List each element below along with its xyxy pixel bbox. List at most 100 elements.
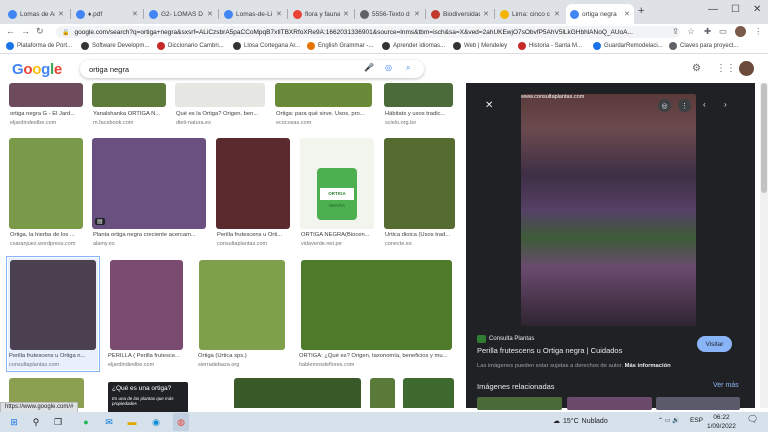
source-site[interactable]: Consulta Plantas (477, 335, 534, 343)
related-image-thumb[interactable] (656, 397, 740, 410)
close-icon[interactable]: ✕ (483, 10, 489, 18)
result-caption: Planta ortiga negra creciente acercam... (93, 232, 196, 238)
close-window-button[interactable]: ✕ (753, 4, 761, 15)
page-scrollbar[interactable] (760, 83, 768, 408)
lens-icon[interactable]: ◎ (385, 63, 392, 72)
address-bar[interactable]: 🔒 google.com/search?q=ortiga+negra&sxsrf… (56, 26, 680, 38)
image-result[interactable]: ORTIGA: ¿Qué es? Origen, taxonomía, bene… (298, 258, 454, 370)
search-icon[interactable]: ⚲ (28, 413, 44, 431)
visit-button[interactable]: Visitar (697, 336, 732, 352)
settings-gear-icon[interactable]: ⚙ (692, 63, 701, 74)
google-logo[interactable]: Google (12, 61, 62, 78)
image-result[interactable]: PERILLA ( Perilla frutesce... eljardindee… (107, 258, 187, 370)
microphone-icon[interactable]: 🎤 (364, 63, 374, 72)
bookmark-item[interactable]: Historia - Santa M... (518, 42, 582, 50)
system-tray-icons[interactable]: ⌃ ▭ 🔊 (658, 417, 680, 424)
previous-image-icon[interactable]: ‹ (703, 100, 706, 109)
close-icon[interactable]: ✕ (58, 10, 64, 18)
see-more-link[interactable]: Ver más (713, 382, 739, 389)
close-icon[interactable]: ✕ (343, 10, 349, 18)
notifications-icon[interactable]: 🗨 (747, 414, 758, 425)
menu-icon[interactable]: ⋮ (754, 26, 763, 37)
minimize-button[interactable]: — (708, 4, 718, 15)
close-icon[interactable]: ✕ (624, 10, 630, 18)
lock-icon: 🔒 (62, 29, 70, 36)
tab[interactable]: Lomas de Ar ✕ (4, 4, 68, 24)
bookmark-item[interactable]: Claves para proyect... (669, 42, 738, 50)
image-result[interactable]: Yanalshanka ORTIGA N... m.facebook.com (92, 83, 167, 128)
image-result[interactable]: ORTIGA NEGRA ORTIGA NEGRA(Biocen... vidav… (300, 138, 375, 250)
tab[interactable]: Lima: cinco c ✕ (496, 4, 564, 24)
scrollbar-thumb[interactable] (761, 83, 767, 193)
more-options-icon[interactable]: ⋮ (678, 99, 691, 112)
new-tab-button[interactable]: + (638, 5, 644, 17)
image-result[interactable]: Hábitats y usos tradic... scielo.org.bo (384, 83, 454, 128)
image-result[interactable]: Qué es la Ortiga? Origen, ben... dieti-na… (175, 83, 267, 128)
related-image-thumb[interactable] (567, 397, 652, 410)
tab[interactable]: 5556-Texto d ✕ (356, 4, 424, 24)
close-icon[interactable]: ✕ (132, 10, 138, 18)
close-icon[interactable]: ✕ (207, 10, 213, 18)
tab[interactable]: flora y fauna ✕ (289, 4, 353, 24)
bookmark-item[interactable]: Aprender idiomas... (382, 42, 445, 50)
image-results: ortiga negra G - El Jard... eljardindeelb… (0, 83, 465, 408)
image-result[interactable]: ▤ Planta ortiga negra creciente acercam..… (92, 138, 207, 250)
forward-icon[interactable]: → (21, 26, 30, 36)
tab[interactable]: ♦.pdf ✕ (72, 4, 142, 24)
chrome-icon[interactable]: ◍ (173, 413, 189, 431)
image-result[interactable]: Urtica dioica (Usos trad... conecte.es (384, 138, 456, 250)
image-result[interactable] (234, 378, 362, 408)
related-image-thumb[interactable] (477, 397, 562, 410)
image-result[interactable]: Perilla frutescens u Orti... consultaplan… (216, 138, 291, 250)
share-icon[interactable]: ⇪ (672, 26, 679, 37)
image-result[interactable] (403, 378, 455, 408)
tab-active[interactable]: ortiga negra ✕ (566, 4, 634, 24)
windows-start-icon[interactable]: ⊞ (6, 413, 22, 431)
image-result[interactable]: Ortiga (Urtica sps.) sierradebaza.org (197, 258, 287, 370)
bookmark-item[interactable]: Web | Mendeley (453, 42, 507, 50)
preview-image[interactable] (521, 94, 696, 326)
search-icon[interactable]: ⌕ (406, 63, 410, 73)
profile-avatar[interactable] (735, 26, 746, 37)
maximize-button[interactable]: ☐ (731, 4, 740, 15)
tab-label: Lomas de Ar (20, 10, 55, 18)
spotify-icon[interactable]: ● (78, 413, 94, 431)
bookmark-item[interactable]: GuardarRemodelaci... (593, 42, 663, 50)
bookmark-star-icon[interactable]: ☆ (687, 26, 695, 37)
clock[interactable]: 06:22 1/09/2022 (707, 413, 736, 431)
image-result[interactable]: Ortiga, la hierba de los ... csaranjuez.w… (9, 138, 84, 250)
file-explorer-icon[interactable]: ▬ (124, 413, 140, 431)
task-view-icon[interactable]: ❐ (50, 413, 66, 431)
bookmark-item[interactable]: Plataforma de Port... (6, 42, 72, 50)
bookmark-favicon-icon (157, 42, 165, 50)
sidebar-icon[interactable]: ▭ (719, 26, 727, 37)
language-indicator[interactable]: ESP (690, 417, 703, 424)
mail-icon[interactable]: ✉ (101, 413, 117, 431)
bookmark-item[interactable]: Llosa Cortegana Ar... (233, 42, 300, 50)
close-panel-icon[interactable]: ✕ (485, 100, 493, 111)
bookmark-item[interactable]: Software Developm... (81, 42, 149, 50)
close-icon[interactable]: ✕ (414, 10, 420, 18)
more-info-link[interactable]: Más información (625, 363, 671, 369)
bookmark-item[interactable]: English Grammar -... (307, 42, 373, 50)
image-result-selected[interactable]: Perilla frutescens u Ortiga n... consulta… (6, 256, 100, 372)
image-result[interactable] (370, 378, 396, 408)
reload-icon[interactable]: ↻ (36, 26, 44, 37)
image-result[interactable]: Ortiga: para qué sirve. Usos, pro... ecoc… (275, 83, 373, 128)
back-icon[interactable]: ← (6, 26, 15, 36)
extensions-icon[interactable]: ✚ (704, 26, 711, 37)
preview-title[interactable]: Perilla frutescens u Ortiga negra | Cuid… (477, 346, 622, 355)
image-result[interactable]: ortiga negra G - El Jard... eljardindeelb… (9, 83, 84, 128)
close-icon[interactable]: ✕ (276, 10, 282, 18)
bookmark-item[interactable]: Diccionario Cambri... (157, 42, 224, 50)
lens-search-icon[interactable]: ◎ (658, 99, 671, 112)
edge-browser-icon[interactable]: ◉ (148, 413, 164, 431)
tab[interactable]: Biodiversidad ✕ (427, 4, 493, 24)
next-image-icon[interactable]: › (724, 100, 727, 109)
tab[interactable]: Lomas-de-Li ✕ (220, 4, 286, 24)
close-icon[interactable]: ✕ (554, 10, 560, 18)
weather-widget[interactable]: ☁ 15°C Nublado (553, 417, 608, 426)
apps-grid-icon[interactable]: ⋮⋮ (716, 63, 736, 74)
account-avatar[interactable] (739, 61, 754, 76)
tab[interactable]: G2- LOMAS D ✕ (145, 4, 217, 24)
